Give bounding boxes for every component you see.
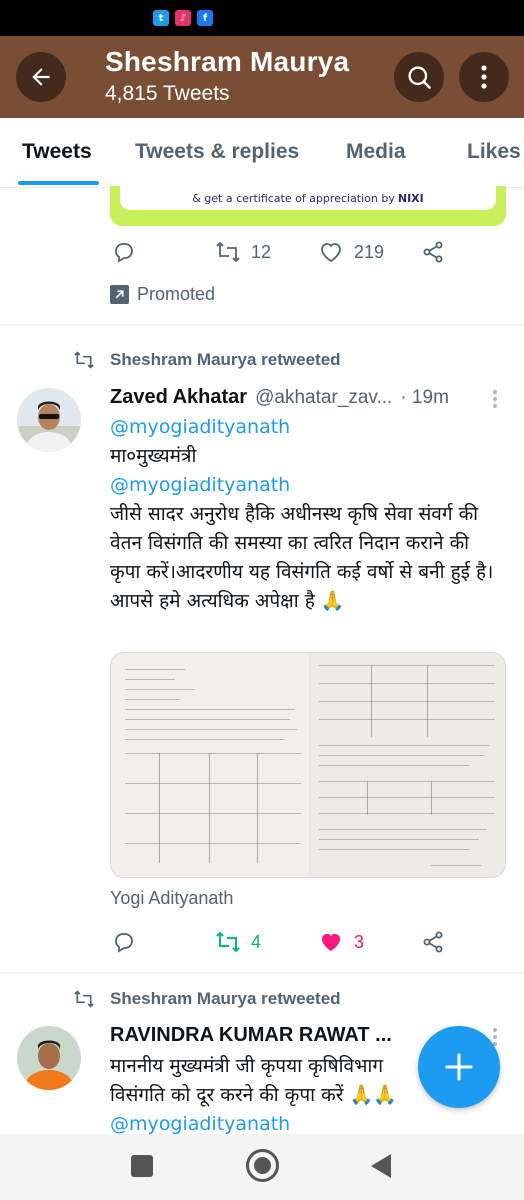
promoted-text: Promoted xyxy=(137,284,216,304)
more-vertical-icon xyxy=(481,65,487,89)
author-handle[interactable]: @akhatar_zav... xyxy=(255,387,392,409)
more-options-button[interactable] xyxy=(459,52,509,102)
promoted-action-row: 12 219 xyxy=(110,240,510,270)
author-name[interactable]: RAVINDRA KUMAR RAWAT ... xyxy=(110,1024,392,1047)
reply-button[interactable] xyxy=(112,930,136,954)
retweeted-by-text: Sheshram Maurya retweeted xyxy=(110,989,341,1008)
mention-link[interactable]: @myogiadityanath xyxy=(110,471,505,500)
retweet-count: 12 xyxy=(251,241,272,262)
tagged-user[interactable]: Yogi Adityanath xyxy=(110,888,233,909)
mention-link[interactable]: @myogiadityanath xyxy=(110,1110,510,1134)
promo-card-brand: NIXI xyxy=(397,191,424,205)
share-button[interactable] xyxy=(421,930,445,954)
share-button[interactable] xyxy=(421,240,445,264)
profile-name: Sheshram Maurya xyxy=(105,46,350,77)
tab-tweets-replies[interactable]: Tweets & replies xyxy=(135,140,299,164)
back-button[interactable] xyxy=(16,52,66,102)
retweet-count: 4 xyxy=(251,931,262,952)
tweet-header: RAVINDRA KUMAR RAWAT ... xyxy=(110,1024,392,1047)
promo-card[interactable]: & get a certificate of appreciation by N… xyxy=(110,186,506,226)
active-tab-indicator xyxy=(18,181,99,185)
promo-card-caption: & get a certificate of appreciation by xyxy=(192,191,395,205)
like-button[interactable]: 219 xyxy=(318,240,384,264)
tweet-divider xyxy=(0,972,524,974)
tweet-text: @myogiadityanath मा०मुख्यमंत्री @myogiad… xyxy=(110,413,505,616)
document-photo-right xyxy=(311,653,505,877)
search-icon xyxy=(408,66,431,89)
tab-likes[interactable]: Likes xyxy=(467,140,521,164)
tab-media[interactable]: Media xyxy=(346,140,406,164)
like-button[interactable]: 3 xyxy=(318,930,364,954)
tweet-more-icon[interactable] xyxy=(492,390,498,412)
promoted-label: Promoted xyxy=(110,284,215,305)
tweet-action-row: 4 3 xyxy=(110,930,510,960)
tweet-header: Zaved Akhatar @akhatar_zav... · 19m xyxy=(110,386,449,409)
like-count: 3 xyxy=(354,931,365,952)
avatar[interactable] xyxy=(17,1026,81,1090)
retweeted-by-text: Sheshram Maurya retweeted xyxy=(110,350,341,369)
retweet-button[interactable]: 12 xyxy=(215,240,271,264)
retweeted-by-line[interactable]: Sheshram Maurya retweeted xyxy=(72,350,341,370)
like-count: 219 xyxy=(354,241,385,262)
tweet-count: 4,815 Tweets xyxy=(105,82,230,105)
facebook-icon: f xyxy=(197,10,213,26)
retweet-button[interactable]: 4 xyxy=(215,930,261,954)
reply-icon xyxy=(115,243,133,263)
arrow-left-icon xyxy=(32,68,50,86)
tweet-time: · 19m xyxy=(400,387,449,408)
tab-tweets[interactable]: Tweets xyxy=(22,140,92,164)
home-icon[interactable] xyxy=(246,1149,279,1182)
compose-tweet-button[interactable] xyxy=(418,1026,500,1108)
profile-tabs: Tweets Tweets & replies Media Likes xyxy=(0,118,524,188)
share-icon xyxy=(423,241,443,263)
tweet-paragraph: जीसे सादर अनुरोध हैकि अधीनस्थ कृषि सेवा … xyxy=(110,503,494,612)
promo-card-text: & get a certificate of appreciation by N… xyxy=(120,186,496,210)
share-icon xyxy=(423,931,443,953)
avatar[interactable] xyxy=(17,388,81,452)
search-button[interactable] xyxy=(394,52,444,102)
mention-link[interactable]: @myogiadityanath xyxy=(110,413,505,442)
reply-icon xyxy=(115,933,133,953)
status-bar: t ♪ f xyxy=(0,0,524,36)
tweet-divider xyxy=(0,324,524,326)
plus-icon xyxy=(445,1053,473,1081)
promoted-arrow-icon xyxy=(110,285,129,304)
retweet-icon xyxy=(216,241,240,263)
system-nav-bar xyxy=(0,1134,524,1200)
tweet-line: मा०मुख्यमंत्री xyxy=(110,445,197,467)
retweet-icon xyxy=(216,931,240,953)
heart-filled-icon xyxy=(322,934,340,951)
retweet-small-icon xyxy=(74,351,94,369)
document-photo-left xyxy=(111,653,309,877)
heart-icon xyxy=(321,243,341,263)
recent-apps-icon[interactable] xyxy=(131,1155,153,1177)
back-triangle-icon[interactable] xyxy=(371,1154,391,1178)
retweet-small-icon xyxy=(74,990,94,1008)
notification-icons: t ♪ f xyxy=(153,10,213,26)
twitter-icon: t xyxy=(153,10,169,26)
tweet-image[interactable] xyxy=(110,652,506,878)
tiktok-icon: ♪ xyxy=(175,10,191,26)
profile-header: Sheshram Maurya 4,815 Tweets xyxy=(0,36,524,118)
author-name[interactable]: Zaved Akhatar xyxy=(110,386,247,409)
retweeted-by-line[interactable]: Sheshram Maurya retweeted xyxy=(72,989,341,1009)
reply-button[interactable] xyxy=(112,240,136,264)
